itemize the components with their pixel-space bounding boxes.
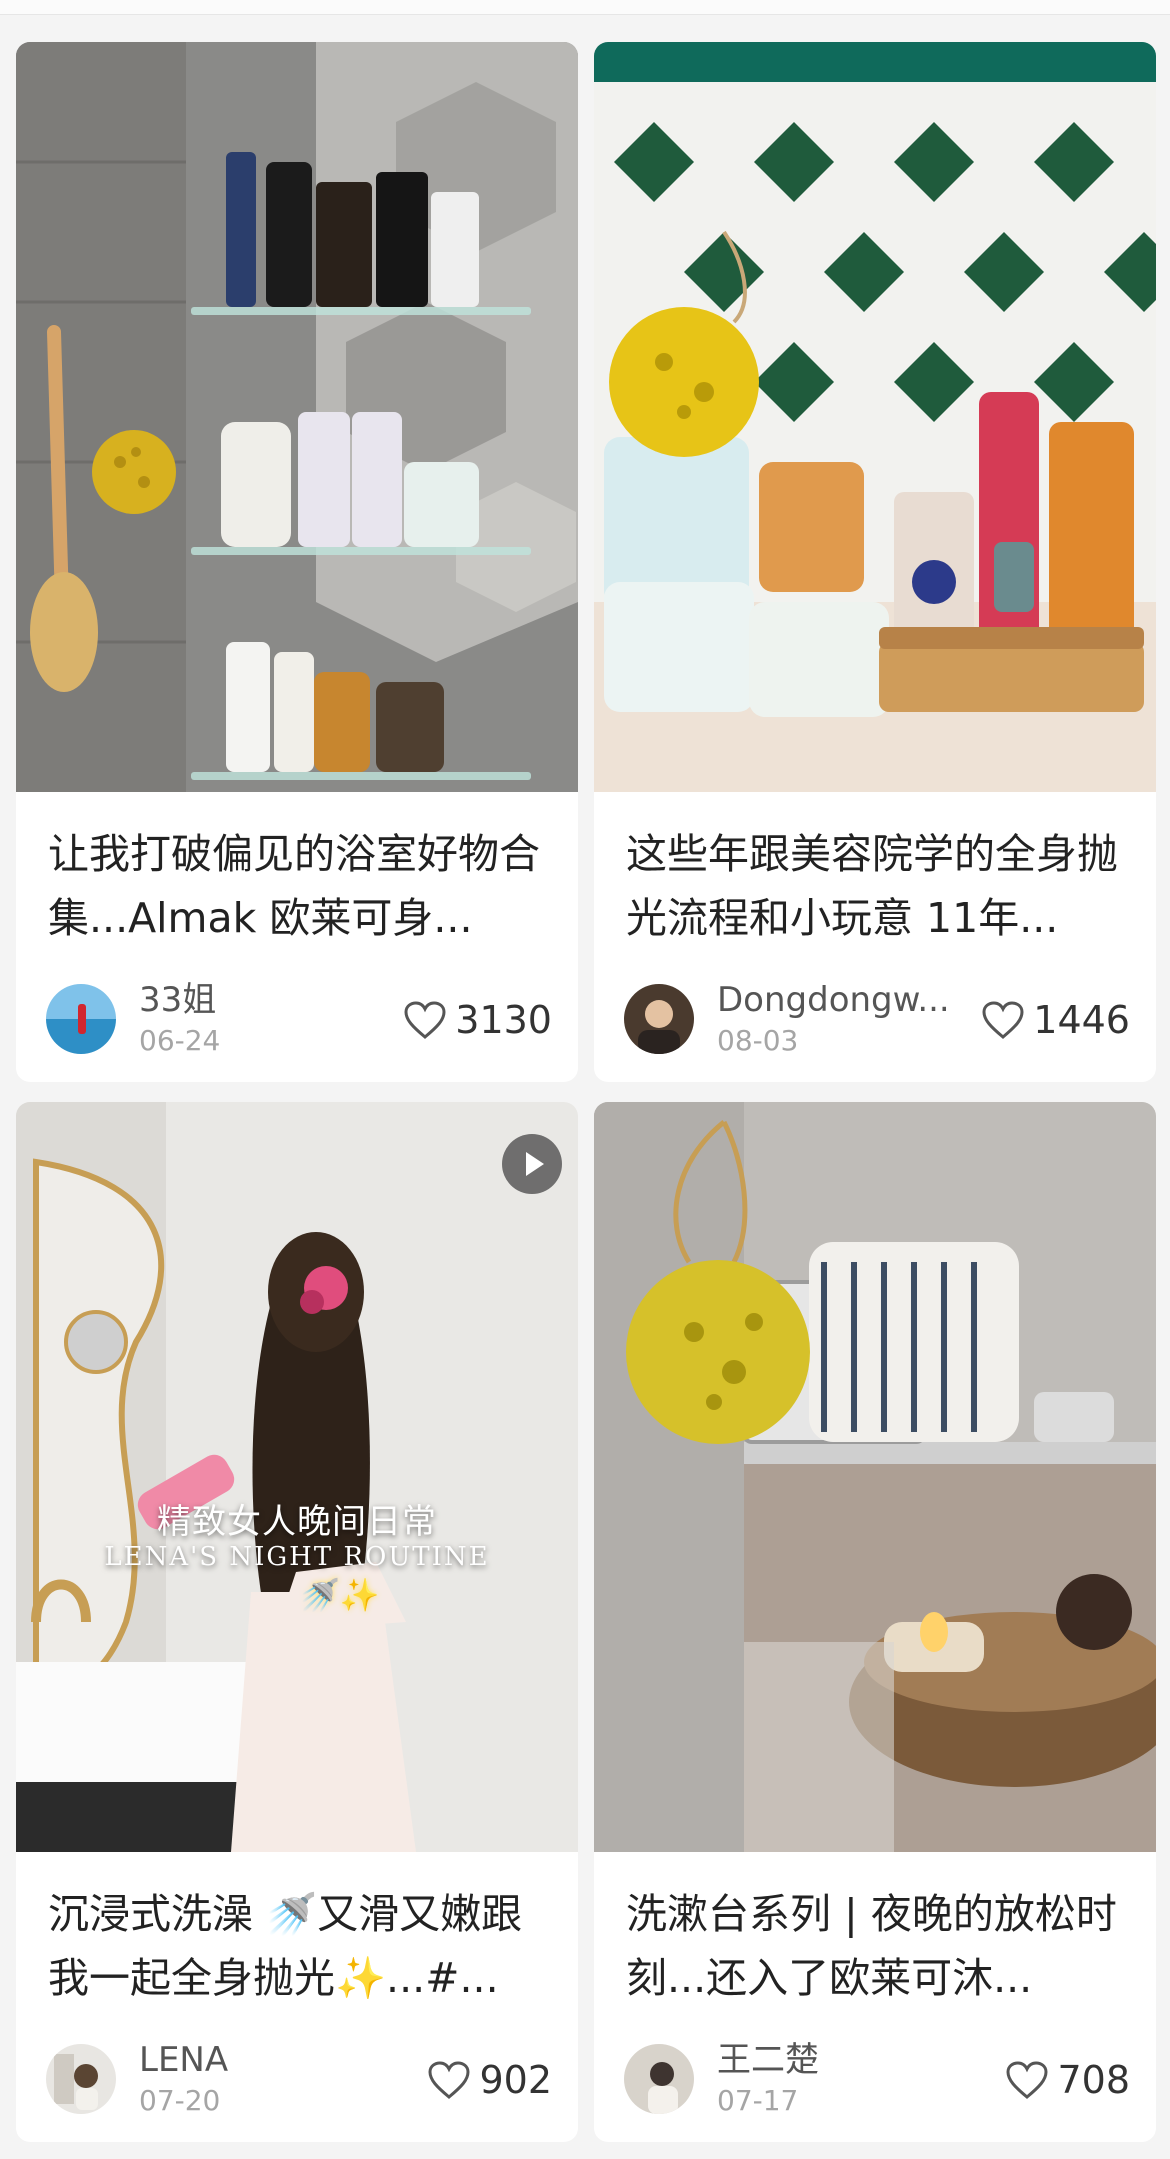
avatar-image	[46, 2044, 116, 2114]
note-card[interactable]: 精致女人晚间日常 LENA'S NIGHT ROUTINE 🚿✨ 沉浸式洗澡 🚿…	[16, 1102, 578, 2142]
author-name[interactable]: LENA	[139, 2040, 399, 2080]
note-cover-image[interactable]	[594, 1102, 1156, 1852]
bathroom-shelves-image	[16, 42, 578, 792]
like-button[interactable]: 708	[1005, 2058, 1130, 2102]
author-name[interactable]: 王二楚	[717, 2040, 977, 2080]
like-count: 902	[479, 2058, 552, 2102]
like-button[interactable]: 1446	[981, 998, 1130, 1042]
note-cover-image[interactable]	[594, 42, 1156, 792]
avatar[interactable]	[624, 2044, 694, 2114]
note-title[interactable]: 让我打破偏见的浴室好物合集...Almak 欧莱可身...	[48, 822, 548, 950]
note-title[interactable]: 洗漱台系列 | 夜晚的放松时刻...还入了欧莱可沐...	[626, 1882, 1126, 2010]
post-date: 07-17	[717, 2084, 799, 2117]
video-overlay-subtitle: LENA'S NIGHT ROUTINE	[104, 1542, 490, 1572]
author-name[interactable]: 33姐	[139, 980, 399, 1020]
avatar[interactable]	[624, 984, 694, 1054]
avatar-image	[46, 984, 116, 1054]
note-card[interactable]: 让我打破偏见的浴室好物合集...Almak 欧莱可身... 33姐 06-24 …	[16, 42, 578, 1082]
note-cover-video[interactable]: 精致女人晚间日常 LENA'S NIGHT ROUTINE 🚿✨	[16, 1102, 578, 1852]
note-title[interactable]: 这些年跟美容院学的全身抛光流程和小玩意 11年...	[626, 822, 1126, 950]
night-routine-video-image	[16, 1102, 578, 1852]
video-overlay-emoji: 🚿✨	[300, 1576, 380, 1614]
like-count: 708	[1057, 2058, 1130, 2102]
avatar[interactable]	[46, 2044, 116, 2114]
post-date: 08-03	[717, 1024, 799, 1057]
like-button[interactable]: 902	[427, 2058, 552, 2102]
post-date: 06-24	[139, 1024, 221, 1057]
washstand-candle-image	[594, 1102, 1156, 1852]
author-name[interactable]: Dongdongw...	[717, 980, 977, 1020]
note-cover-image[interactable]	[16, 42, 578, 792]
play-triangle-icon	[526, 1152, 544, 1176]
play-icon[interactable]	[502, 1134, 562, 1194]
heart-icon	[982, 1001, 1024, 1039]
like-button[interactable]: 3130	[403, 998, 552, 1042]
heart-icon	[1006, 2061, 1048, 2099]
avatar-image	[624, 984, 694, 1054]
avatar-image	[624, 2044, 694, 2114]
heart-icon	[404, 1001, 446, 1039]
like-count: 1446	[1033, 998, 1130, 1042]
note-card[interactable]: 这些年跟美容院学的全身抛光流程和小玩意 11年... Dongdongw... …	[594, 42, 1156, 1082]
note-title[interactable]: 沉浸式洗澡 🚿又滑又嫩跟我一起全身抛光✨...#...	[48, 1882, 548, 2010]
video-overlay-title: 精致女人晚间日常	[157, 1502, 437, 1542]
body-care-products-image	[594, 42, 1156, 792]
avatar[interactable]	[46, 984, 116, 1054]
heart-icon	[428, 2061, 470, 2099]
notes-feed-grid: 让我打破偏见的浴室好物合集...Almak 欧莱可身... 33姐 06-24 …	[0, 0, 1170, 2159]
like-count: 3130	[455, 998, 552, 1042]
note-card[interactable]: 洗漱台系列 | 夜晚的放松时刻...还入了欧莱可沐... 王二楚 07-17 7…	[594, 1102, 1156, 2142]
post-date: 07-20	[139, 2084, 221, 2117]
